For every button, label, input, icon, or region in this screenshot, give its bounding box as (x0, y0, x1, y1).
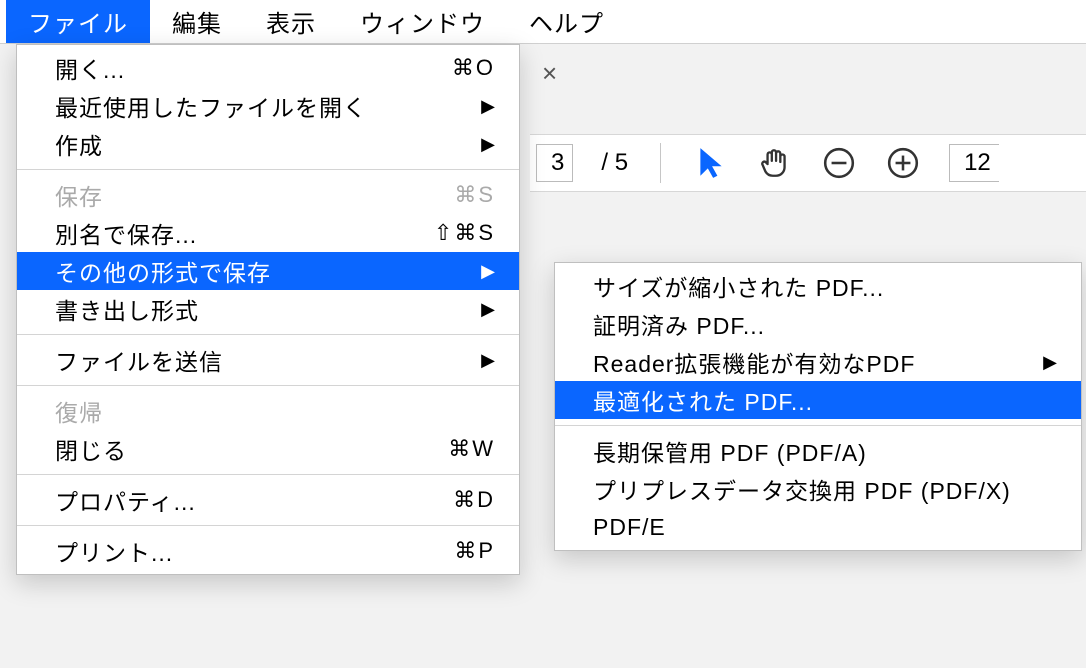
menu-item-pdf-x[interactable]: プリプレスデータ交換用 PDF (PDF/X) (555, 470, 1081, 508)
menu-separator (17, 169, 519, 170)
menu-item-save-as-other[interactable]: その他の形式で保存▶ (17, 252, 519, 290)
menu-item-reduced-size-pdf[interactable]: サイズが縮小された PDF... (555, 267, 1081, 305)
zoom-in-icon[interactable] (885, 145, 921, 181)
menu-separator (17, 474, 519, 475)
menubar-item-window[interactable]: ウィンドウ (338, 0, 507, 43)
zoom-out-icon[interactable] (821, 145, 857, 181)
chevron-right-icon: ▶ (481, 299, 495, 320)
chevron-right-icon: ▶ (1043, 352, 1057, 373)
menu-item-pdf-e[interactable]: PDF/E (555, 508, 1081, 546)
menu-separator (17, 334, 519, 335)
page-number-input[interactable]: 3 (536, 144, 573, 182)
chevron-right-icon: ▶ (481, 134, 495, 155)
close-icon[interactable]: × (542, 58, 557, 89)
menu-item-certified-pdf[interactable]: 証明済み PDF... (555, 305, 1081, 343)
toolbar-separator (660, 143, 661, 183)
cursor-icon[interactable] (693, 145, 729, 181)
menu-separator (17, 385, 519, 386)
document-toolbar: 3 / 5 12 (530, 134, 1086, 192)
menu-item-pdf-a[interactable]: 長期保管用 PDF (PDF/A) (555, 432, 1081, 470)
menu-item-save: 保存⌘S (17, 176, 519, 214)
menubar-item-help[interactable]: ヘルプ (507, 0, 626, 43)
hand-icon[interactable] (757, 145, 793, 181)
menubar: ファイル 編集 表示 ウィンドウ ヘルプ (0, 0, 1086, 44)
chevron-right-icon: ▶ (481, 261, 495, 282)
menubar-item-file[interactable]: ファイル (6, 0, 150, 43)
chevron-right-icon: ▶ (481, 350, 495, 371)
save-as-other-submenu: サイズが縮小された PDF... 証明済み PDF... Reader拡張機能が… (554, 262, 1082, 551)
zoom-level-input[interactable]: 12 (949, 144, 999, 182)
menu-item-send-file[interactable]: ファイルを送信▶ (17, 341, 519, 379)
chevron-right-icon: ▶ (481, 96, 495, 117)
menu-item-optimized-pdf[interactable]: 最適化された PDF... (555, 381, 1081, 419)
menubar-item-view[interactable]: 表示 (244, 0, 338, 43)
menu-item-reader-extended-pdf[interactable]: Reader拡張機能が有効なPDF▶ (555, 343, 1081, 381)
menu-item-open-recent[interactable]: 最近使用したファイルを開く▶ (17, 87, 519, 125)
menu-item-save-as[interactable]: 別名で保存...⇧⌘S (17, 214, 519, 252)
menu-item-properties[interactable]: プロパティ...⌘D (17, 481, 519, 519)
menu-item-open[interactable]: 開く...⌘O (17, 49, 519, 87)
file-menu: 開く...⌘O 最近使用したファイルを開く▶ 作成▶ 保存⌘S 別名で保存...… (16, 44, 520, 575)
menu-item-close[interactable]: 閉じる⌘W (17, 430, 519, 468)
menu-item-print[interactable]: プリント...⌘P (17, 532, 519, 570)
menu-item-revert: 復帰 (17, 392, 519, 430)
menu-item-export[interactable]: 書き出し形式▶ (17, 290, 519, 328)
menu-separator (17, 525, 519, 526)
page-separator: / 5 (601, 149, 628, 177)
menu-separator (555, 425, 1081, 426)
menu-item-create[interactable]: 作成▶ (17, 125, 519, 163)
menubar-item-edit[interactable]: 編集 (150, 0, 244, 43)
